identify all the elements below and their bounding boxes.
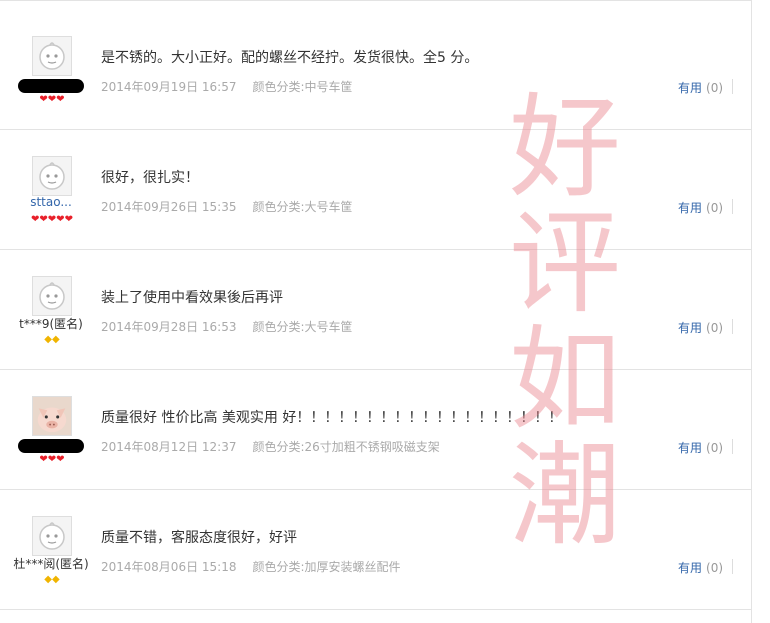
review-meta: 2014年09月19日 16:57 颜色分类:中号车筐 [101, 78, 353, 95]
username: t***9(匿名) [19, 317, 83, 331]
avatar[interactable] [32, 516, 72, 556]
useful-button[interactable]: 有用 [678, 441, 702, 455]
review-date: 2014年08月12日 12:37 [101, 440, 237, 454]
useful-button[interactable]: 有用 [678, 81, 702, 95]
review-text: 是不锈的。大小正好。配的螺丝不经拧。发货很快。全5 分。 [101, 50, 479, 66]
divider [732, 319, 733, 334]
avatar[interactable] [32, 396, 72, 436]
review-list: ❤❤❤ 是不锈的。大小正好。配的螺丝不经拧。发货很快。全5 分。 2014年09… [0, 0, 752, 623]
review-meta: 2014年09月28日 16:53 颜色分类:大号车筐 [101, 318, 353, 335]
review-meta: 2014年08月12日 12:37 颜色分类:26寸加粗不锈钢吸磁支架 [101, 438, 440, 455]
useful-button[interactable]: 有用 [678, 201, 702, 215]
useful-count: (0) [706, 441, 724, 455]
username: 杜***阅(匿名) [13, 557, 89, 571]
divider [732, 439, 733, 454]
review-meta: 2014年09月26日 15:35 颜色分类:大号车筐 [101, 198, 353, 215]
review-meta: 2014年08月06日 15:18 颜色分类:加厚安装螺丝配件 [101, 558, 401, 575]
review-item: ❤❤❤ 质量很好 性价比高 美观实用 好！！！！！！！！！！！！！！！！！！！ … [0, 369, 752, 490]
redacted-username [18, 79, 84, 93]
divider [732, 199, 733, 214]
useful-count: (0) [706, 321, 724, 335]
review-date: 2014年09月28日 16:53 [101, 320, 237, 334]
useful-count: (0) [706, 561, 724, 575]
review-spec: 颜色分类:加厚安装螺丝配件 [252, 560, 401, 574]
avatar[interactable] [32, 36, 72, 76]
username[interactable]: sttao... [10, 195, 92, 209]
default-avatar-icon [39, 522, 65, 550]
review-text: 质量很好 性价比高 美观实用 好！！！！！！！！！！！！！！！！！！！ [101, 410, 563, 426]
default-avatar-icon [39, 282, 65, 310]
useful-control: 有用 (0) [678, 79, 723, 96]
review-spec: 颜色分类:中号车筐 [252, 80, 353, 94]
review-spec: 颜色分类:大号车筐 [252, 320, 353, 334]
useful-count: (0) [706, 81, 724, 95]
redacted-username [18, 439, 84, 453]
review-date: 2014年08月06日 15:18 [101, 560, 237, 574]
useful-control: 有用 (0) [678, 559, 723, 576]
avatar[interactable] [32, 156, 72, 196]
buyer-credit-badge: ◆◆ [44, 574, 60, 585]
review-spec: 颜色分类:26寸加粗不锈钢吸磁支架 [252, 440, 440, 454]
review-spec: 颜色分类:大号车筐 [252, 200, 353, 214]
divider [732, 559, 733, 574]
pig-avatar-icon [33, 397, 71, 435]
useful-button[interactable]: 有用 [678, 321, 702, 335]
review-text: 很好，很扎实！ [101, 170, 199, 186]
review-date: 2014年09月26日 15:35 [101, 200, 237, 214]
divider [732, 79, 733, 94]
useful-count: (0) [706, 201, 724, 215]
buyer-credit-badge: ❤❤❤ [39, 454, 65, 465]
buyer-credit-badge: ◆◆ [44, 334, 60, 345]
useful-control: 有用 (0) [678, 199, 723, 216]
review-item: ❤❤❤ 是不锈的。大小正好。配的螺丝不经拧。发货很快。全5 分。 2014年09… [0, 9, 752, 130]
review-text: 装上了使用中看效果後后再评 [101, 290, 283, 306]
review-item: t***9(匿名) ◆◆ 装上了使用中看效果後后再评 2014年09月28日 1… [0, 249, 752, 370]
useful-control: 有用 (0) [678, 439, 723, 456]
review-item: sttao... ❤❤❤❤❤ 很好，很扎实！ 2014年09月26日 15:35… [0, 129, 752, 250]
buyer-credit-badge: ❤❤❤ [39, 94, 65, 105]
review-date: 2014年09月19日 16:57 [101, 80, 237, 94]
review-item: 杜***阅(匿名) ◆◆ 质量不错，客服态度很好，好评 2014年08月06日 … [0, 489, 752, 610]
avatar[interactable] [32, 276, 72, 316]
default-avatar-icon [39, 42, 65, 70]
useful-control: 有用 (0) [678, 319, 723, 336]
useful-button[interactable]: 有用 [678, 561, 702, 575]
buyer-credit-badge: ❤❤❤❤❤ [31, 214, 73, 225]
default-avatar-icon [39, 162, 65, 190]
review-text: 质量不错，客服态度很好，好评 [101, 530, 297, 546]
